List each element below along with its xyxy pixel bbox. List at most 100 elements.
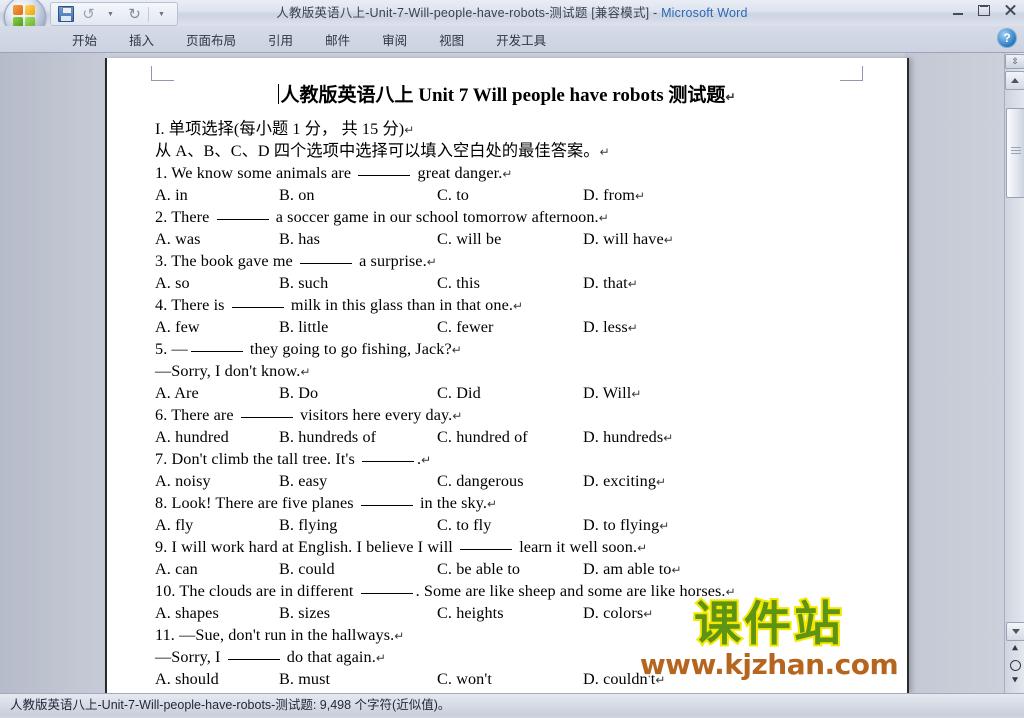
paragraph-mark: ↵ [599, 145, 610, 159]
paragraph-mark: ↵ [426, 255, 437, 269]
question-prefix: 9. I will work hard at English. I believ… [155, 538, 458, 556]
document-line: 6. There are visitors here every day.↵ [155, 405, 859, 427]
scrollbar-thumb[interactable] [1006, 108, 1024, 198]
question-suffix: . Some are like sheep and some are like … [415, 582, 726, 600]
document-line: —Sorry, I do that again.↵ [155, 647, 859, 669]
paragraph-mark: ↵ [725, 90, 736, 104]
answer-blank [362, 461, 414, 462]
tab-view[interactable]: 视图 [423, 27, 480, 51]
tab-mailings[interactable]: 邮件 [309, 27, 366, 51]
paragraph-mark: ↵ [502, 167, 513, 181]
option-d-text: D. will have [583, 230, 664, 248]
help-icon[interactable]: ? [998, 29, 1016, 47]
document-line: 3. The book gave me a surprise.↵ [155, 251, 859, 273]
option-d: D. from↵ [583, 185, 645, 207]
paragraph-mark: ↵ [421, 453, 432, 467]
option-b: B. flying [279, 516, 338, 534]
question-suffix: in the sky. [415, 494, 488, 512]
chevron-down-icon: ▼ [107, 10, 114, 18]
redo-arrow-icon: ↻ [128, 5, 141, 23]
option-c: C. to fly [437, 516, 492, 534]
document-line: 10. The clouds are in different . Some a… [155, 581, 859, 603]
paragraph-mark: ↵ [634, 189, 646, 203]
option-d-text: D. am able to [583, 560, 672, 578]
paragraph-mark: ↵ [643, 607, 654, 621]
answer-blank [231, 307, 284, 308]
option-d-text: D. Will [583, 384, 632, 402]
option-c: C. Did [437, 384, 481, 402]
paragraph-mark: ↵ [725, 585, 736, 599]
paragraph-mark: ↵ [659, 519, 670, 533]
option-c: C. heights [437, 604, 504, 622]
scrollbar-grip-icon [1011, 147, 1021, 156]
split-window-button[interactable]: ⇳ [1005, 54, 1024, 69]
answer-options-row: A. was B. has C. will be D. will have↵ [155, 229, 859, 251]
option-a: A. few [155, 318, 200, 336]
answer-options-row: A. hundred B. hundreds of C. hundred of D. … [155, 427, 859, 449]
paragraph-mark: ↵ [663, 431, 674, 445]
tab-insert[interactable]: 插入 [113, 27, 170, 51]
option-d: D. will have↵ [583, 229, 674, 251]
redo-button[interactable]: ↻ [124, 5, 145, 24]
option-d-text: D. to flying [583, 516, 660, 534]
document-line-text: —Sorry, I don't know. [155, 362, 301, 380]
question-suffix: great danger. [413, 164, 503, 182]
option-a: A. so [155, 274, 190, 292]
office-button[interactable] [4, 0, 46, 26]
minimize-icon [953, 12, 963, 15]
tab-developer[interactable]: 开发工具 [480, 27, 562, 51]
customize-quick-access-button[interactable]: ▼ [152, 5, 173, 24]
window-title-document: 人教版英语八上-Unit-7-Will-people-have-robots-测… [276, 6, 662, 20]
arrow-up-icon [1011, 78, 1019, 83]
paragraph-mark: ↵ [375, 651, 386, 665]
previous-page-button[interactable]: ⯅ [1006, 641, 1024, 657]
question-suffix: visitors here every day. [295, 406, 453, 424]
workspace-right-margin [905, 53, 1004, 693]
paragraph-mark: ↵ [487, 497, 498, 511]
tab-references[interactable]: 引用 [252, 27, 309, 51]
document-line: 8. Look! There are five planes in the sk… [155, 493, 859, 515]
close-button[interactable] [1000, 1, 1020, 19]
option-b: B. sizes [279, 604, 331, 622]
status-bar-text: 人教版英语八上-Unit-7-Will-people-have-robots-测… [10, 698, 451, 712]
paragraph-mark: ↵ [513, 299, 524, 313]
tab-home[interactable]: 开始 [56, 27, 113, 51]
option-a: A. fly [155, 516, 194, 534]
ribbon-tab-strip: 开始 插入 页面布局 引用 邮件 审阅 视图 开发工具 ? [0, 26, 1024, 53]
answer-blank [227, 659, 280, 660]
question-prefix: 10. The clouds are in different [155, 582, 358, 600]
option-c: C. to [437, 186, 469, 204]
close-icon [1005, 5, 1016, 16]
question-suffix: do that again. [282, 648, 376, 666]
option-d-text: D. couldn't [583, 670, 656, 688]
question-prefix: 3. The book gave me [155, 252, 297, 270]
answer-options-row: A. in B. on C. to D. from↵ [155, 185, 859, 207]
tab-page-layout[interactable]: 页面布局 [170, 27, 252, 51]
next-page-button[interactable]: ⯆ [1006, 673, 1024, 689]
select-browse-object-button[interactable] [1006, 657, 1024, 673]
document-text-area[interactable]: 人教版英语八上 Unit 7 Will people have robots 测… [107, 58, 907, 693]
answer-options-row: A. Are B. Do C. Did D. Will↵ [155, 383, 859, 405]
toolbar-divider [148, 6, 149, 22]
tab-review[interactable]: 审阅 [366, 27, 423, 51]
ribbon-tabs: 开始 插入 页面布局 引用 邮件 审阅 视图 开发工具 [56, 26, 562, 52]
option-c: C. fewer [437, 318, 494, 336]
vertical-scrollbar[interactable]: ⇳ ⯅ ⯆ [1004, 53, 1024, 693]
document-line: 5. — they going to go fishing, Jack?↵ [155, 339, 859, 361]
option-d-text: D. colors [583, 604, 644, 622]
undo-dropdown-button[interactable]: ▼ [101, 5, 122, 24]
scroll-up-button[interactable] [1005, 71, 1024, 90]
minimize-button[interactable] [948, 1, 968, 19]
option-a: A. noisy [155, 472, 211, 490]
scroll-down-button[interactable] [1006, 622, 1024, 641]
document-page[interactable]: 人教版英语八上 Unit 7 Will people have robots 测… [105, 58, 909, 693]
document-line: 11. —Sue, don't run in the hallways.↵ [155, 625, 859, 647]
restore-button[interactable] [974, 1, 994, 19]
paragraph-mark: ↵ [631, 387, 642, 401]
save-button[interactable] [55, 5, 76, 24]
paragraph-mark: ↵ [451, 343, 462, 357]
browse-navigation-group: ⯅ ⯆ [1006, 621, 1024, 689]
option-c: C. hundred of [437, 428, 528, 446]
undo-button[interactable]: ↺ [78, 5, 99, 24]
option-b: B. Do [279, 384, 319, 402]
